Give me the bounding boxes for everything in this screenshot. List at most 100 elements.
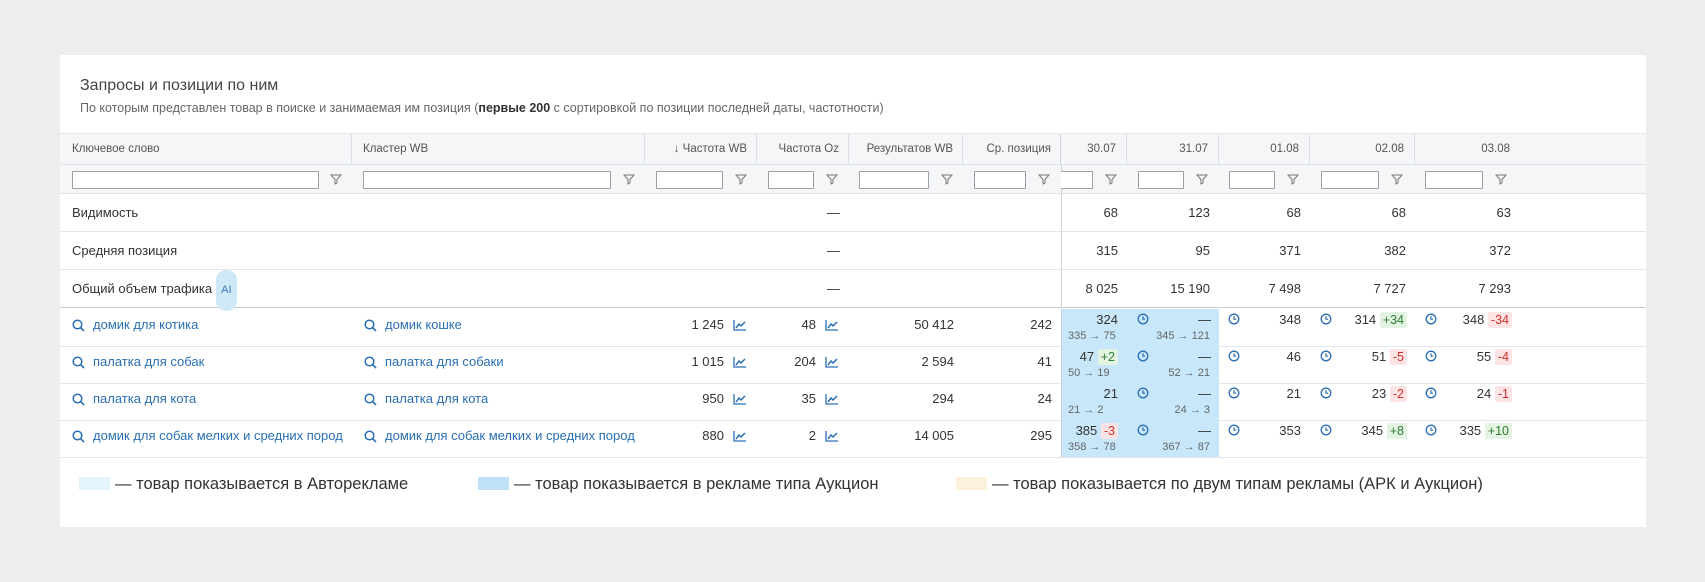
col-avg-pos-header[interactable]: Ср. позиция xyxy=(963,134,1061,164)
cluster-link[interactable]: домик для собак мелких и средних пород xyxy=(385,420,635,457)
ai-badge[interactable]: AI xyxy=(216,270,237,311)
aggregate-row-visibility: Видимость — 68 123 68 68 63 xyxy=(60,194,1646,232)
chart-icon[interactable] xyxy=(825,356,839,368)
date-4-filter-input[interactable] xyxy=(1321,171,1379,189)
position-value: 385 -3 xyxy=(1061,423,1118,439)
date-1-filter-input[interactable] xyxy=(1061,171,1093,189)
table-row: домик для собак мелких и средних пород до… xyxy=(60,420,1646,458)
keyword-link[interactable]: домик для собак мелких и средних пород xyxy=(93,420,343,457)
search-icon[interactable] xyxy=(72,393,85,406)
cluster-link[interactable]: палатка для кота xyxy=(385,383,488,420)
aggregate-value: 63 xyxy=(1496,205,1511,220)
auction-positions: 24 → 3 xyxy=(1174,404,1210,416)
freq-wb-value: 880 xyxy=(702,428,724,443)
position-value: 55 -4 xyxy=(1415,349,1512,365)
filter-icon[interactable] xyxy=(826,173,838,185)
position-value: 23 -2 xyxy=(1310,386,1407,402)
chart-icon[interactable] xyxy=(825,430,839,442)
auction-positions: 21 → 2 xyxy=(1068,404,1104,416)
col-cluster-header[interactable]: Кластер WB xyxy=(352,134,645,164)
search-icon[interactable] xyxy=(364,356,377,369)
filter-icon[interactable] xyxy=(1038,173,1050,185)
position-change-badge: -1 xyxy=(1494,386,1512,402)
subtitle-bold: первые 200 xyxy=(478,101,551,115)
chart-icon[interactable] xyxy=(733,430,747,442)
freq-oz-value: 35 xyxy=(801,391,816,406)
cluster-link[interactable]: домик кошке xyxy=(385,309,462,346)
subtitle-text: По которым представлен товар в поиске и … xyxy=(80,101,479,115)
aggregate-value: 371 xyxy=(1279,243,1301,258)
col-results-wb-header[interactable]: Результатов WB xyxy=(849,134,963,164)
chart-icon[interactable] xyxy=(733,356,747,368)
results-wb-value: 294 xyxy=(932,391,954,406)
col-keyword-header[interactable]: Ключевое слово xyxy=(60,134,352,164)
filter-icon[interactable] xyxy=(330,173,342,185)
freq-wb-value: 1 245 xyxy=(691,317,724,332)
chart-icon[interactable] xyxy=(733,393,747,405)
col-freq-oz-header[interactable]: Частота Oz xyxy=(757,134,849,164)
position-change-badge: +34 xyxy=(1379,312,1407,328)
freq-wb-value: 950 xyxy=(702,391,724,406)
freq-wb-filter-input[interactable] xyxy=(656,171,723,189)
table-row: палатка для кота палатка для кота 950 35 294… xyxy=(60,383,1646,421)
position-change-badge: -3 xyxy=(1100,423,1118,439)
table-header: Ключевое слово Кластер WB ↓ Частота WB Ч… xyxy=(60,134,1646,165)
freq-oz-value: 204 xyxy=(794,354,816,369)
filter-icon[interactable] xyxy=(941,173,953,185)
position-value: — xyxy=(1198,386,1211,401)
results-wb-filter-input[interactable] xyxy=(859,171,929,189)
subtitle-text-end: с сортировкой по позиции последней даты,… xyxy=(550,101,884,115)
aggregate-freq-oz: — xyxy=(827,281,840,296)
col-date-1-header[interactable]: 30.07 xyxy=(1061,134,1127,164)
queries-table: Ключевое слово Кластер WB ↓ Частота WB Ч… xyxy=(60,133,1646,464)
filter-icon[interactable] xyxy=(623,173,635,185)
freq-oz-filter-input[interactable] xyxy=(768,171,814,189)
legend-auction: — товар показывается в рекламе типа Аукц… xyxy=(478,475,879,494)
chart-icon[interactable] xyxy=(825,319,839,331)
legend-label: — товар показывается по двум типам рекла… xyxy=(992,475,1483,493)
filter-icon[interactable] xyxy=(1287,173,1299,185)
results-wb-value: 14 005 xyxy=(914,428,954,443)
filter-icon[interactable] xyxy=(735,173,747,185)
search-icon[interactable] xyxy=(72,430,85,443)
keyword-link[interactable]: домик для котика xyxy=(93,309,198,346)
aggregate-row-traffic: Общий объем трафика AI — 8 025 15 190 7 4… xyxy=(60,270,1646,311)
auction-positions: 50 → 19 xyxy=(1068,367,1110,379)
position-value: 324 xyxy=(1096,312,1118,327)
freq-wb-value: 1 015 xyxy=(691,354,724,369)
date-5-filter-input[interactable] xyxy=(1425,171,1483,189)
keyword-link[interactable]: палатка для кота xyxy=(93,383,196,420)
search-icon[interactable] xyxy=(364,430,377,443)
chart-icon[interactable] xyxy=(825,393,839,405)
aggregate-value: 372 xyxy=(1489,243,1511,258)
col-date-3-header[interactable]: 01.08 xyxy=(1219,134,1310,164)
search-icon[interactable] xyxy=(364,393,377,406)
search-icon[interactable] xyxy=(72,319,85,332)
search-icon[interactable] xyxy=(364,319,377,332)
date-2-filter-input[interactable] xyxy=(1138,171,1184,189)
aggregate-freq-oz: — xyxy=(827,243,840,258)
col-date-2-header[interactable]: 31.07 xyxy=(1127,134,1219,164)
avg-pos-filter-input[interactable] xyxy=(974,171,1026,189)
keyword-link[interactable]: палатка для собак xyxy=(93,346,204,383)
cluster-filter-input[interactable] xyxy=(363,171,611,189)
filter-icon[interactable] xyxy=(1196,173,1208,185)
filter-icon[interactable] xyxy=(1391,173,1403,185)
position-value: 345 +8 xyxy=(1310,423,1407,439)
col-date-4-header[interactable]: 02.08 xyxy=(1310,134,1415,164)
cluster-link[interactable]: палатка для собаки xyxy=(385,346,504,383)
search-icon[interactable] xyxy=(72,356,85,369)
legend-label: — товар показывается в рекламе типа Аукц… xyxy=(514,475,879,493)
col-date-5-header[interactable]: 03.08 xyxy=(1415,134,1520,164)
filter-icon[interactable] xyxy=(1105,173,1117,185)
position-value: 348 -34 xyxy=(1415,312,1512,328)
chart-icon[interactable] xyxy=(733,319,747,331)
col-freq-wb-header[interactable]: ↓ Частота WB xyxy=(645,134,757,164)
filter-icon[interactable] xyxy=(1495,173,1507,185)
legend-swatch xyxy=(478,477,509,490)
position-value: 24 -1 xyxy=(1415,386,1512,402)
date-3-filter-input[interactable] xyxy=(1229,171,1275,189)
panel-subtitle: По которым представлен товар в поиске и … xyxy=(80,101,884,115)
keyword-filter-input[interactable] xyxy=(72,171,319,189)
aggregate-value: 7 498 xyxy=(1268,281,1301,296)
